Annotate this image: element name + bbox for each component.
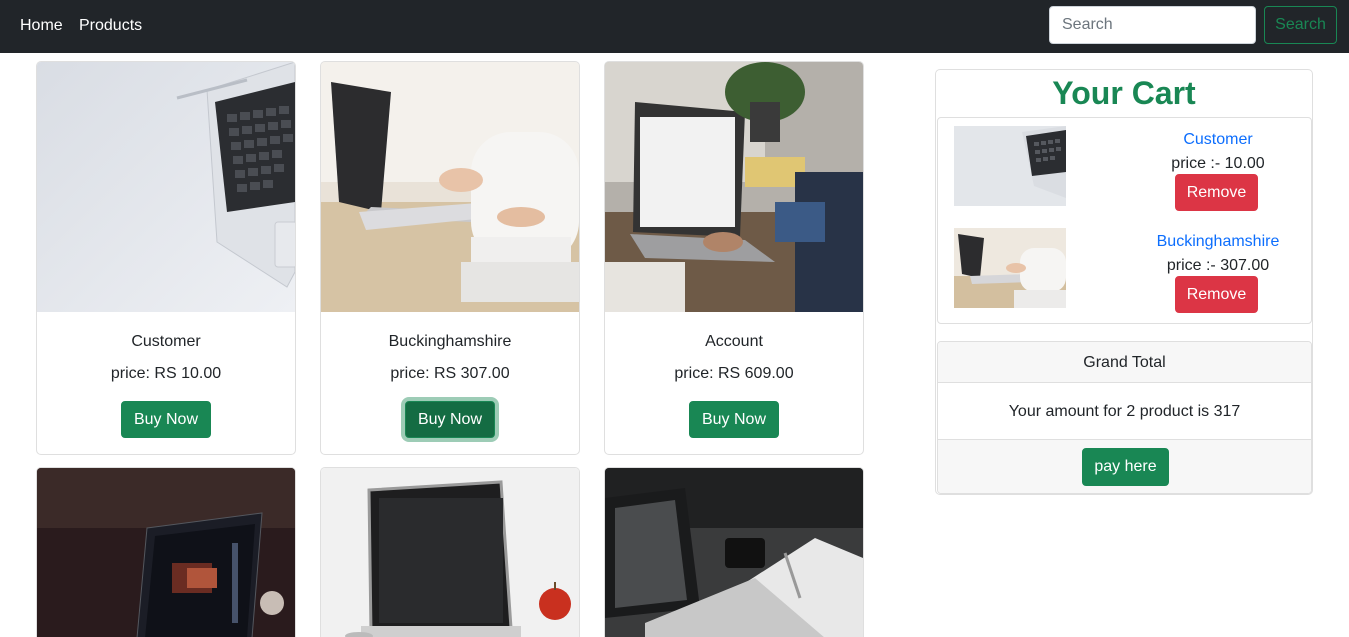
cart-item-name[interactable]: Customer xyxy=(1118,130,1318,149)
buy-now-button[interactable]: Buy Now xyxy=(121,401,211,438)
product-card xyxy=(36,467,296,637)
buy-now-button[interactable]: Buy Now xyxy=(689,401,779,438)
product-name: Account xyxy=(705,333,763,350)
cart-item: Buckinghamshire price :- 307.00 Remove xyxy=(938,220,1311,320)
laptop-notebook-photo xyxy=(605,468,863,637)
laptop-desk-office-photo xyxy=(605,62,863,312)
laptop-keyboard-thumbnail xyxy=(954,126,1066,206)
cart-title: Your Cart xyxy=(1052,75,1196,111)
product-price: price: RS 307.00 xyxy=(390,365,510,382)
buy-now-button[interactable]: Buy Now xyxy=(405,401,495,438)
cart-panel: Your Cart Customer price :- 10.00 Remove xyxy=(935,69,1313,495)
cart-item-price: price :- 307.00 xyxy=(1166,257,1270,274)
cart-items-list: Customer price :- 10.00 Remove Buckingha… xyxy=(937,117,1312,324)
product-price: price: RS 609.00 xyxy=(674,365,794,382)
product-card xyxy=(604,467,864,637)
search-input[interactable] xyxy=(1049,6,1256,44)
cart-item-price: price :- 10.00 xyxy=(1171,155,1265,172)
product-card xyxy=(320,467,580,637)
laptop-keyboard-photo xyxy=(37,62,295,312)
grand-total-header: Grand Total xyxy=(938,342,1311,383)
product-card: Customer price: RS 10.00 Buy Now xyxy=(36,61,296,455)
laptop-apple-photo xyxy=(321,468,579,637)
navbar: Home Products Search xyxy=(0,0,1349,53)
grand-total-footer: pay here xyxy=(938,439,1311,493)
product-name: Buckinghamshire xyxy=(388,333,512,350)
person-typing-laptop-photo xyxy=(321,62,579,312)
laptop-dark-photo xyxy=(37,468,295,637)
person-typing-laptop-thumbnail xyxy=(954,228,1066,308)
product-name: Customer xyxy=(131,333,201,350)
nav-products-link[interactable]: Products xyxy=(79,16,142,35)
cart-item-name[interactable]: Buckinghamshire xyxy=(1118,232,1318,251)
product-price: price: RS 10.00 xyxy=(110,365,222,382)
grand-total-text: Your amount for 2 product is 317 xyxy=(1008,403,1241,420)
remove-button[interactable]: Remove xyxy=(1175,174,1258,211)
search-button[interactable]: Search xyxy=(1264,6,1337,44)
cart-item: Customer price :- 10.00 Remove xyxy=(938,118,1311,218)
remove-button[interactable]: Remove xyxy=(1175,276,1258,313)
product-card: Account price: RS 609.00 Buy Now xyxy=(604,61,864,455)
nav-home-link[interactable]: Home xyxy=(20,16,63,35)
pay-here-button[interactable]: pay here xyxy=(1082,448,1169,486)
grand-total-card: Grand Total Your amount for 2 product is… xyxy=(937,341,1312,494)
product-card: Buckinghamshire price: RS 307.00 Buy Now xyxy=(320,61,580,455)
